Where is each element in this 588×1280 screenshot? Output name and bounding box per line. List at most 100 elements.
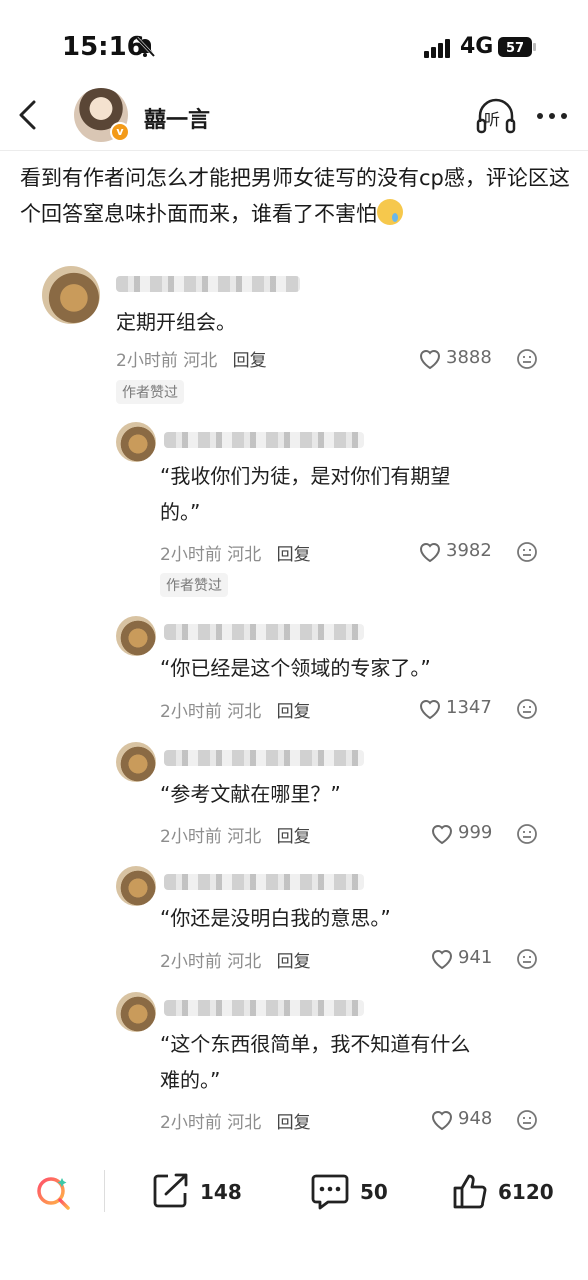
share-button[interactable]: 148 [152,1170,252,1210]
dislike-icon[interactable] [516,823,538,845]
reply-button[interactable]: 回复 [277,702,311,722]
listen-label: 听 [484,110,501,129]
author-liked-tag: 作者赞过 [116,380,184,404]
header-divider [0,150,588,151]
post-body: 看到有作者问怎么才能把男师女徒写的没有cp感，评论区这个回答窒息味扑面而来，谁看… [20,160,576,232]
network-type: 4G [460,34,494,59]
comment-meta: 2小时前 河北 回复 [160,947,311,972]
comment-button[interactable]: 50 [310,1170,400,1210]
comment-count: 50 [360,1180,388,1204]
comment-time: 2小时前 [160,1113,222,1133]
comment-text-line2: 的。” [160,500,201,524]
comment-text: “你还是没明白我的意思。” [160,906,391,930]
comment-location: 河北 [227,702,262,722]
commenter-avatar[interactable] [116,422,156,462]
bottom-action-bar: 148 50 6120 [0,1146,588,1236]
comment-time: 2小时前 [160,827,222,847]
reply-button[interactable]: 回复 [233,351,267,371]
commenter-name-blurred [164,750,364,766]
mute-bell-icon [135,36,156,58]
battery-level: 57 [506,41,524,56]
author-name[interactable]: 囍一言 [144,102,210,134]
comment-text-line2: 难的。” [160,1068,221,1092]
like-button[interactable]: 948 [430,1108,500,1132]
comment-location: 河北 [227,827,262,847]
commenter-avatar[interactable] [116,992,156,1032]
dislike-icon[interactable] [516,698,538,720]
commenter-name-blurred [116,276,300,292]
reply-button[interactable]: 回复 [277,1113,311,1133]
comment-text: “参考文献在哪里？” [160,782,341,806]
commenter-name-blurred [164,1000,364,1016]
comment-location: 河北 [227,1113,262,1133]
status-time: 15:16 [62,32,145,62]
like-total-count: 6120 [498,1180,554,1204]
heart-icon [431,1111,453,1131]
reply-button[interactable]: 回复 [277,545,311,565]
post-text: 看到有作者问怎么才能把男师女徒写的没有cp感，评论区这个回答窒息味扑面而来，谁看… [20,166,570,226]
comment-time: 2小时前 [160,702,222,722]
heart-icon [431,950,453,970]
like-count: 941 [458,947,493,968]
comment-text: “我收你们为徒，是对你们有期望 [160,464,451,488]
reply-button[interactable]: 回复 [277,827,311,847]
bar-divider [104,1170,105,1212]
comment-location: 河北 [227,952,262,972]
comment-text: 定期开组会。 [116,310,236,334]
thumbs-up-icon [453,1174,487,1209]
comment-location: 河北 [183,351,218,371]
battery-icon: 57 [498,37,536,57]
commenter-avatar[interactable] [116,616,156,656]
heart-icon [431,825,453,845]
verified-badge-icon: v [110,122,130,142]
signal-icon [424,39,450,58]
comment-time: 2小时前 [160,952,222,972]
comment-meta: 2小时前 河北 回复 [160,540,311,565]
like-button[interactable]: 3982 [418,540,498,564]
comment-bubble-icon [311,1174,349,1210]
dislike-icon[interactable] [516,1109,538,1131]
listen-button[interactable]: 听 [474,94,518,138]
author-liked-tag: 作者赞过 [160,573,228,597]
like-count: 1347 [446,697,492,718]
like-count: 3888 [446,347,492,368]
dislike-icon[interactable] [516,948,538,970]
comment-meta: 2小时前 河北 回复 [160,1108,311,1133]
commenter-avatar[interactable] [116,866,156,906]
comment-text: “这个东西很简单，我不知道有什么 [160,1032,471,1056]
heart-icon [419,543,441,563]
status-bar: 15:16 4G 57 [0,0,588,80]
comment-time: 2小时前 [160,545,222,565]
like-button[interactable]: 1347 [418,697,498,721]
comment-text: “你已经是这个领域的专家了。” [160,656,431,680]
reply-button[interactable]: 回复 [277,952,311,972]
like-post-button[interactable]: 6120 [452,1170,562,1210]
like-button[interactable]: 941 [430,947,500,971]
comment-meta: 2小时前 河北 回复 [160,697,311,722]
dislike-icon[interactable] [516,541,538,563]
like-count: 999 [458,822,493,843]
ai-search-icon[interactable] [34,1174,72,1212]
like-count: 3982 [446,540,492,561]
like-button[interactable]: 3888 [418,347,498,371]
commenter-avatar[interactable] [116,742,156,782]
comment-time: 2小时前 [116,351,178,371]
heart-icon [419,350,441,370]
comment-meta: 2小时前 河北 回复 [160,822,311,847]
comment-location: 河北 [227,545,262,565]
commenter-name-blurred [164,624,364,640]
crying-face-icon [377,199,403,225]
commenter-name-blurred [164,432,364,448]
share-icon [153,1173,188,1208]
commenter-name-blurred [164,874,364,890]
top-nav: v 囍一言 听 [0,80,588,150]
more-options-icon[interactable] [534,98,570,134]
comment-meta: 2小时前 河北 回复 [116,346,267,371]
back-arrow-icon[interactable] [14,96,42,134]
dislike-icon[interactable] [516,348,538,370]
heart-icon [419,700,441,720]
commenter-avatar[interactable] [42,266,100,324]
like-count: 948 [458,1108,493,1129]
like-button[interactable]: 999 [430,822,500,846]
share-count: 148 [200,1180,242,1204]
